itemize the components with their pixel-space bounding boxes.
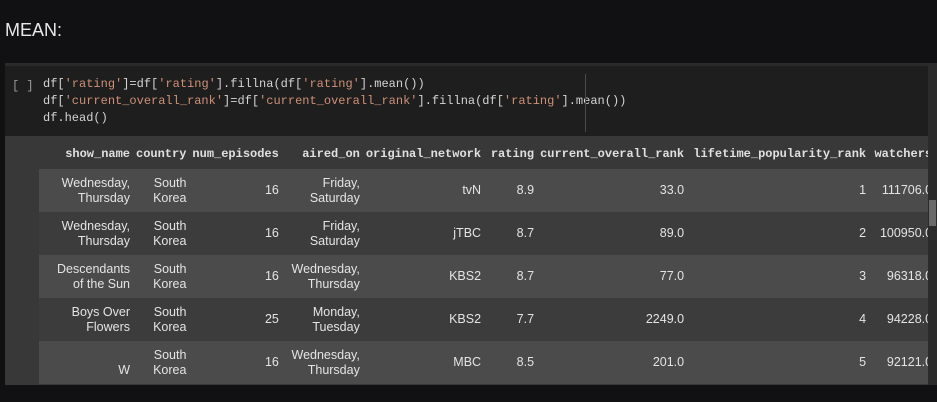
run-cell-button[interactable]: [ ] — [12, 79, 34, 93]
show-name-cell: Wednesday, Thursday — [39, 212, 133, 255]
column-header: country — [136, 147, 187, 161]
show-name-cell: Boys Over Flowers — [39, 298, 133, 341]
current-rank-cell: 77.0 — [537, 255, 688, 298]
table-row: Wednesday, Thursday South Korea 16 Friday,… — [39, 169, 936, 212]
table-header-row: show_name country num_episodes aired_on … — [39, 139, 935, 169]
current-rank-cell: 33.0 — [537, 169, 688, 212]
country-cell: South Korea — [133, 212, 190, 255]
column-header: lifetime_popularity_rank — [693, 147, 867, 161]
popularity-rank-cell: 2 — [687, 212, 870, 255]
num-episodes-cell: 16 — [189, 255, 282, 298]
country-cell: South Korea — [133, 255, 190, 298]
column-header: rating — [490, 147, 535, 161]
country-cell: South Korea — [133, 341, 190, 384]
network-cell: KBS2 — [362, 255, 485, 298]
popularity-rank-cell: 5 — [687, 341, 870, 384]
table-row: W South Korea 16 Wednesday, Thursday MBC 8… — [39, 341, 936, 384]
num-episodes-cell: 25 — [189, 298, 282, 341]
watchers-cell: 94228.0 — [869, 298, 936, 341]
column-header: num_episodes — [192, 147, 279, 161]
table-row: Descendants of the Sun South Korea 16 Wedn… — [39, 255, 936, 298]
code-editor[interactable]: [ ] df['rating']=df['rating'].fillna(df[… — [5, 63, 937, 136]
aired-on-cell: Monday, Tuesday — [281, 298, 363, 341]
popularity-rank-cell: 4 — [687, 298, 870, 341]
aired-on-cell: Friday, Saturday — [281, 169, 363, 212]
vertical-scrollbar[interactable] — [928, 63, 937, 385]
code-text[interactable]: df['rating']=df['rating'].fillna(df['rat… — [43, 76, 626, 127]
aired-on-cell: Friday, Saturday — [281, 212, 363, 255]
code-line-2: df['current_overall_rank']=df['current_o… — [43, 94, 627, 108]
country-cell: South Korea — [133, 169, 190, 212]
popularity-rank-cell: 1 — [687, 169, 870, 212]
show-name-cell: W — [39, 341, 133, 384]
column-header: show_name — [65, 147, 130, 161]
dataframe-table: show_name country num_episodes aired_on … — [39, 139, 936, 384]
network-cell: KBS2 — [362, 298, 485, 341]
cell-output: show_name country num_episodes aired_on … — [39, 139, 936, 384]
editor-ruler — [585, 74, 586, 132]
num-episodes-cell: 16 — [189, 341, 282, 384]
rating-cell: 8.7 — [484, 255, 538, 298]
column-header: watchers — [874, 147, 933, 161]
scrollbar-thumb[interactable] — [929, 200, 936, 226]
code-line-3: df.head() — [43, 111, 108, 125]
show-name-cell: Descendants of the Sun — [39, 255, 133, 298]
rating-cell: 7.7 — [484, 298, 538, 341]
show-name-cell: Wednesday, Thursday — [39, 169, 133, 212]
num-episodes-cell: 16 — [189, 169, 282, 212]
section-heading: MEAN: — [5, 20, 63, 40]
watchers-cell: 111706.0 — [869, 169, 936, 212]
rating-cell: 8.7 — [484, 212, 538, 255]
code-line-1: df['rating']=df['rating'].fillna(df['rat… — [43, 77, 425, 91]
table-row: Wednesday, Thursday South Korea 16 Friday,… — [39, 212, 936, 255]
table-row: Boys Over Flowers South Korea 25 Monday, Tu… — [39, 298, 936, 341]
rating-cell: 8.5 — [484, 341, 538, 384]
popularity-rank-cell: 3 — [687, 255, 870, 298]
rating-cell: 8.9 — [484, 169, 538, 212]
current-rank-cell: 201.0 — [537, 341, 688, 384]
current-rank-cell: 2249.0 — [537, 298, 688, 341]
watchers-cell: 100950.0 — [869, 212, 936, 255]
network-cell: tvN — [362, 169, 485, 212]
aired-on-cell: Wednesday, Thursday — [281, 341, 363, 384]
column-header: current_overall_rank — [540, 147, 685, 161]
watchers-cell: 96318.0 — [869, 255, 936, 298]
watchers-cell: 92121.0 — [869, 341, 936, 384]
notebook-cell: [ ] df['rating']=df['rating'].fillna(df[… — [5, 63, 937, 385]
column-header: original_network — [365, 147, 482, 161]
network-cell: jTBC — [362, 212, 485, 255]
num-episodes-cell: 16 — [189, 212, 282, 255]
column-header: aired_on — [302, 147, 360, 161]
current-rank-cell: 89.0 — [537, 212, 688, 255]
aired-on-cell: Wednesday, Thursday — [281, 255, 363, 298]
country-cell: South Korea — [133, 298, 190, 341]
network-cell: MBC — [362, 341, 485, 384]
